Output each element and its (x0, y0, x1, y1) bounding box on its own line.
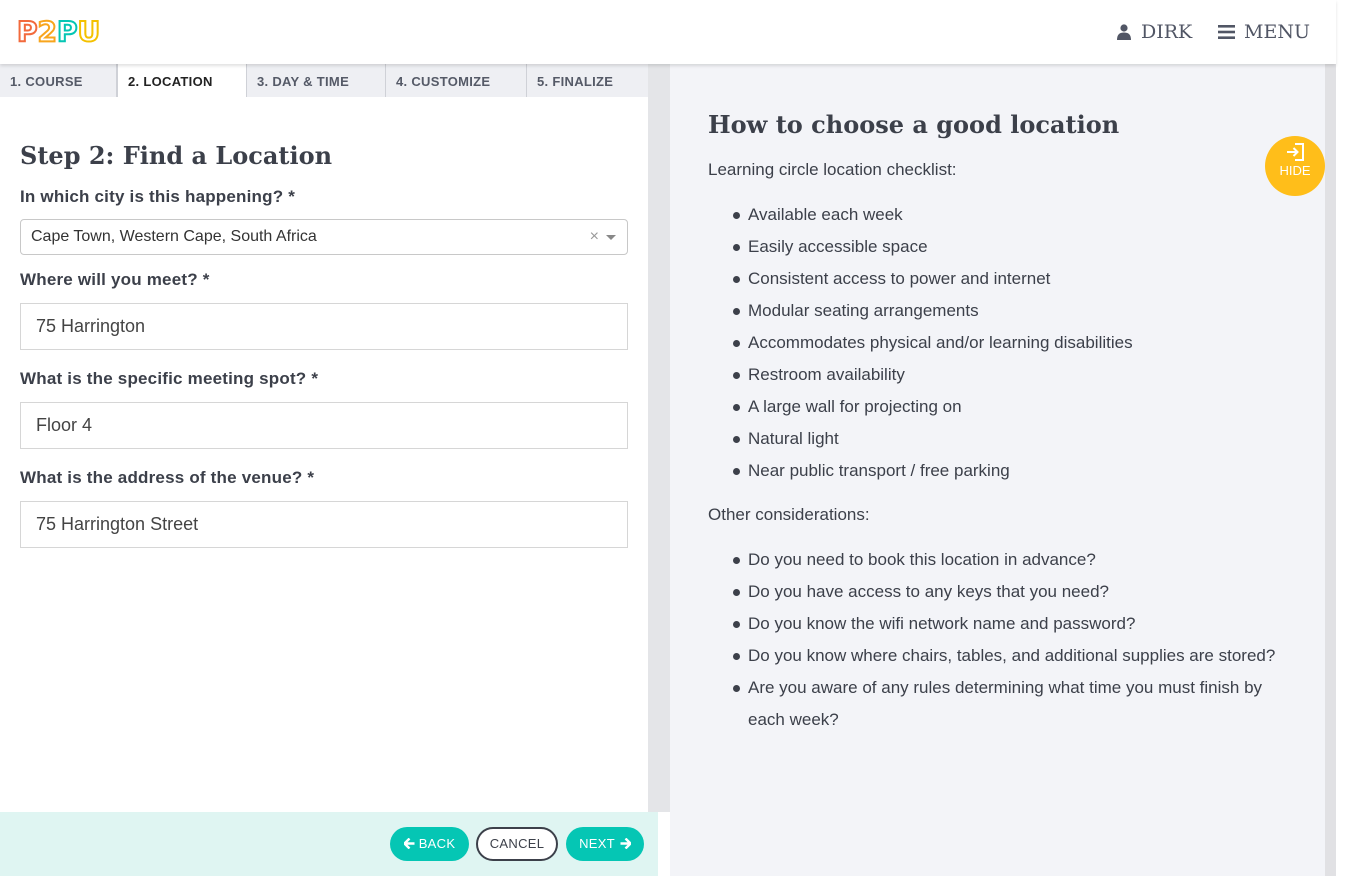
page-title: Step 2: Find a Location (20, 141, 333, 170)
list-item: Modular seating arrangements (708, 295, 1288, 327)
next-button[interactable]: NEXT (566, 827, 644, 861)
panel-divider (648, 64, 670, 812)
list-item: Do you need to book this location in adv… (708, 544, 1288, 576)
hide-label: HIDE (1279, 163, 1311, 178)
help-panel: How to choose a good location Learning c… (670, 64, 1325, 876)
back-button[interactable]: BACK (390, 827, 469, 861)
sign-in-icon (1287, 143, 1304, 161)
menu-button[interactable]: MENU (1218, 19, 1310, 45)
menu-label: MENU (1244, 21, 1310, 43)
next-label: NEXT (579, 836, 615, 851)
logo-letter: P (16, 15, 38, 48)
tab-customize[interactable]: 4. CUSTOMIZE (386, 64, 527, 97)
chevron-down-icon[interactable] (606, 235, 616, 240)
form-panel: 1. COURSE 2. LOCATION 3. DAY & TIME 4. C… (0, 64, 648, 876)
tab-location[interactable]: 2. LOCATION (117, 64, 247, 97)
other-considerations-list: Do you need to book this location in adv… (708, 544, 1288, 736)
list-item: Near public transport / free parking (708, 455, 1288, 487)
list-item: Accommodates physical and/or learning di… (708, 327, 1288, 359)
tab-day-time[interactable]: 3. DAY & TIME (247, 64, 386, 97)
city-select[interactable]: Cape Town, Western Cape, South Africa × (20, 219, 628, 255)
step-tabs: 1. COURSE 2. LOCATION 3. DAY & TIME 4. C… (0, 64, 648, 97)
list-item: Restroom availability (708, 359, 1288, 391)
list-item: Are you aware of any rules determining w… (708, 672, 1288, 736)
tab-course[interactable]: 1. COURSE (0, 64, 117, 97)
logo-letter: U (77, 15, 102, 48)
user-account-link[interactable]: DIRK (1117, 19, 1192, 45)
list-item: Do you know where chairs, tables, and ad… (708, 640, 1288, 672)
list-item: Easily accessible space (708, 231, 1288, 263)
hide-help-button[interactable]: HIDE (1265, 136, 1325, 196)
city-label: In which city is this happening? * (20, 187, 296, 206)
cancel-button[interactable]: CANCEL (476, 827, 558, 861)
window-edge (1336, 0, 1345, 876)
p2pu-logo[interactable]: P 2 P U (16, 15, 102, 48)
meeting-spot-label: What is the specific meeting spot? * (20, 369, 319, 388)
checklist: Available each week Easily accessible sp… (708, 199, 1288, 487)
top-navbar: P 2 P U DIRK MENU (0, 0, 1336, 64)
tab-finalize[interactable]: 5. FINALIZE (527, 64, 648, 97)
list-item: A large wall for projecting on (708, 391, 1288, 423)
meeting-spot-input[interactable]: Floor 4 (20, 402, 628, 449)
location-form: Step 2: Find a Location In which city is… (20, 136, 628, 548)
arrow-left-icon (402, 837, 415, 850)
venue-input[interactable]: 75 Harrington (20, 303, 628, 350)
list-item: Consistent access to power and internet (708, 263, 1288, 295)
list-item: Available each week (708, 199, 1288, 231)
hamburger-icon (1218, 25, 1235, 39)
logo-letter: P (56, 15, 78, 48)
user-name: DIRK (1141, 21, 1193, 43)
other-considerations-intro: Other considerations: (708, 505, 870, 524)
back-label: BACK (418, 836, 456, 851)
arrow-right-icon (620, 837, 633, 850)
venue-address-label: What is the address of the venue? * (20, 468, 315, 487)
scrollbar[interactable] (1325, 64, 1336, 876)
form-actions-bar: BACK CANCEL NEXT (0, 812, 658, 876)
user-icon (1117, 24, 1131, 40)
list-item: Do you know the wifi network name and pa… (708, 608, 1288, 640)
help-title: How to choose a good location (708, 110, 1120, 139)
list-item: Do you have access to any keys that you … (708, 576, 1288, 608)
city-select-value: Cape Town, Western Cape, South Africa (31, 228, 317, 245)
venue-address-input[interactable]: 75 Harrington Street (20, 501, 628, 548)
venue-label: Where will you meet? * (20, 270, 210, 289)
logo-letter: 2 (37, 15, 59, 48)
list-item: Natural light (708, 423, 1288, 455)
clear-icon[interactable]: × (590, 220, 599, 254)
checklist-intro: Learning circle location checklist: (708, 160, 957, 179)
